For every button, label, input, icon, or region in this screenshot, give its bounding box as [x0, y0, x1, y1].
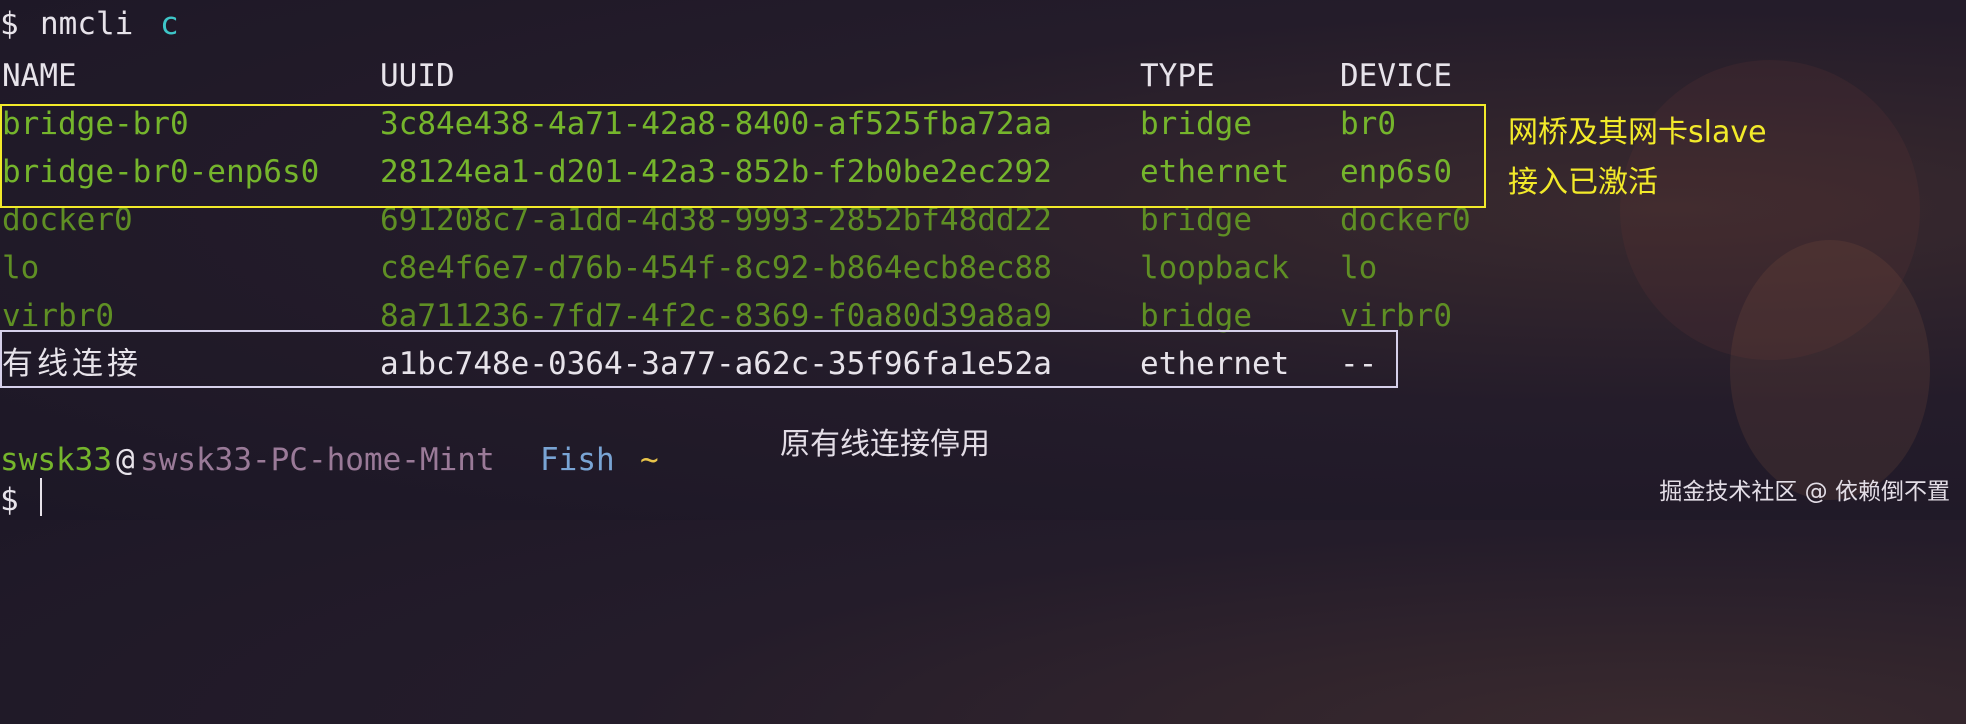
prompt-shell: Fish — [540, 442, 615, 478]
disabled-connection-box — [0, 330, 1398, 388]
input-prompt-symbol: $ — [0, 482, 19, 518]
active-connections-box — [0, 104, 1486, 208]
row-uuid: c8e4f6e7-d76b-454f-8c92-b864ecb8ec88 — [380, 250, 1052, 286]
command-text: nmcli — [40, 6, 134, 42]
watermark: 掘金技术社区 @ 依赖倒不置 — [1659, 479, 1950, 505]
input-line[interactable]: $ — [0, 476, 37, 524]
header-type: TYPE — [1140, 58, 1215, 94]
header-uuid: UUID — [380, 58, 455, 94]
row-type: loopback — [1140, 250, 1290, 286]
command-arg: c — [160, 6, 179, 42]
prompt-cwd: ~ — [640, 442, 659, 478]
header-device: DEVICE — [1340, 58, 1452, 94]
prompt-at: @ — [116, 442, 135, 478]
header-name: NAME — [2, 58, 77, 94]
active-note-line1: 网桥及其网卡slave — [1508, 115, 1767, 150]
row-device: lo — [1340, 250, 1378, 286]
text-cursor — [40, 478, 42, 516]
table-header: NAME UUID TYPE DEVICE — [0, 52, 1452, 100]
command-line: $ nmcli c — [0, 0, 179, 48]
active-note-line2: 接入已激活 — [1508, 165, 1658, 200]
background-art-2 — [1730, 240, 1930, 500]
row-name: lo — [2, 250, 40, 286]
table-row: lo c8e4f6e7-d76b-454f-8c92-b864ecb8ec88 … — [0, 244, 1377, 292]
prompt-symbol: $ — [0, 6, 19, 42]
disabled-note: 原有线连接停用 — [780, 427, 990, 462]
prompt-host: swsk33-PC-home-Mint — [140, 442, 495, 478]
